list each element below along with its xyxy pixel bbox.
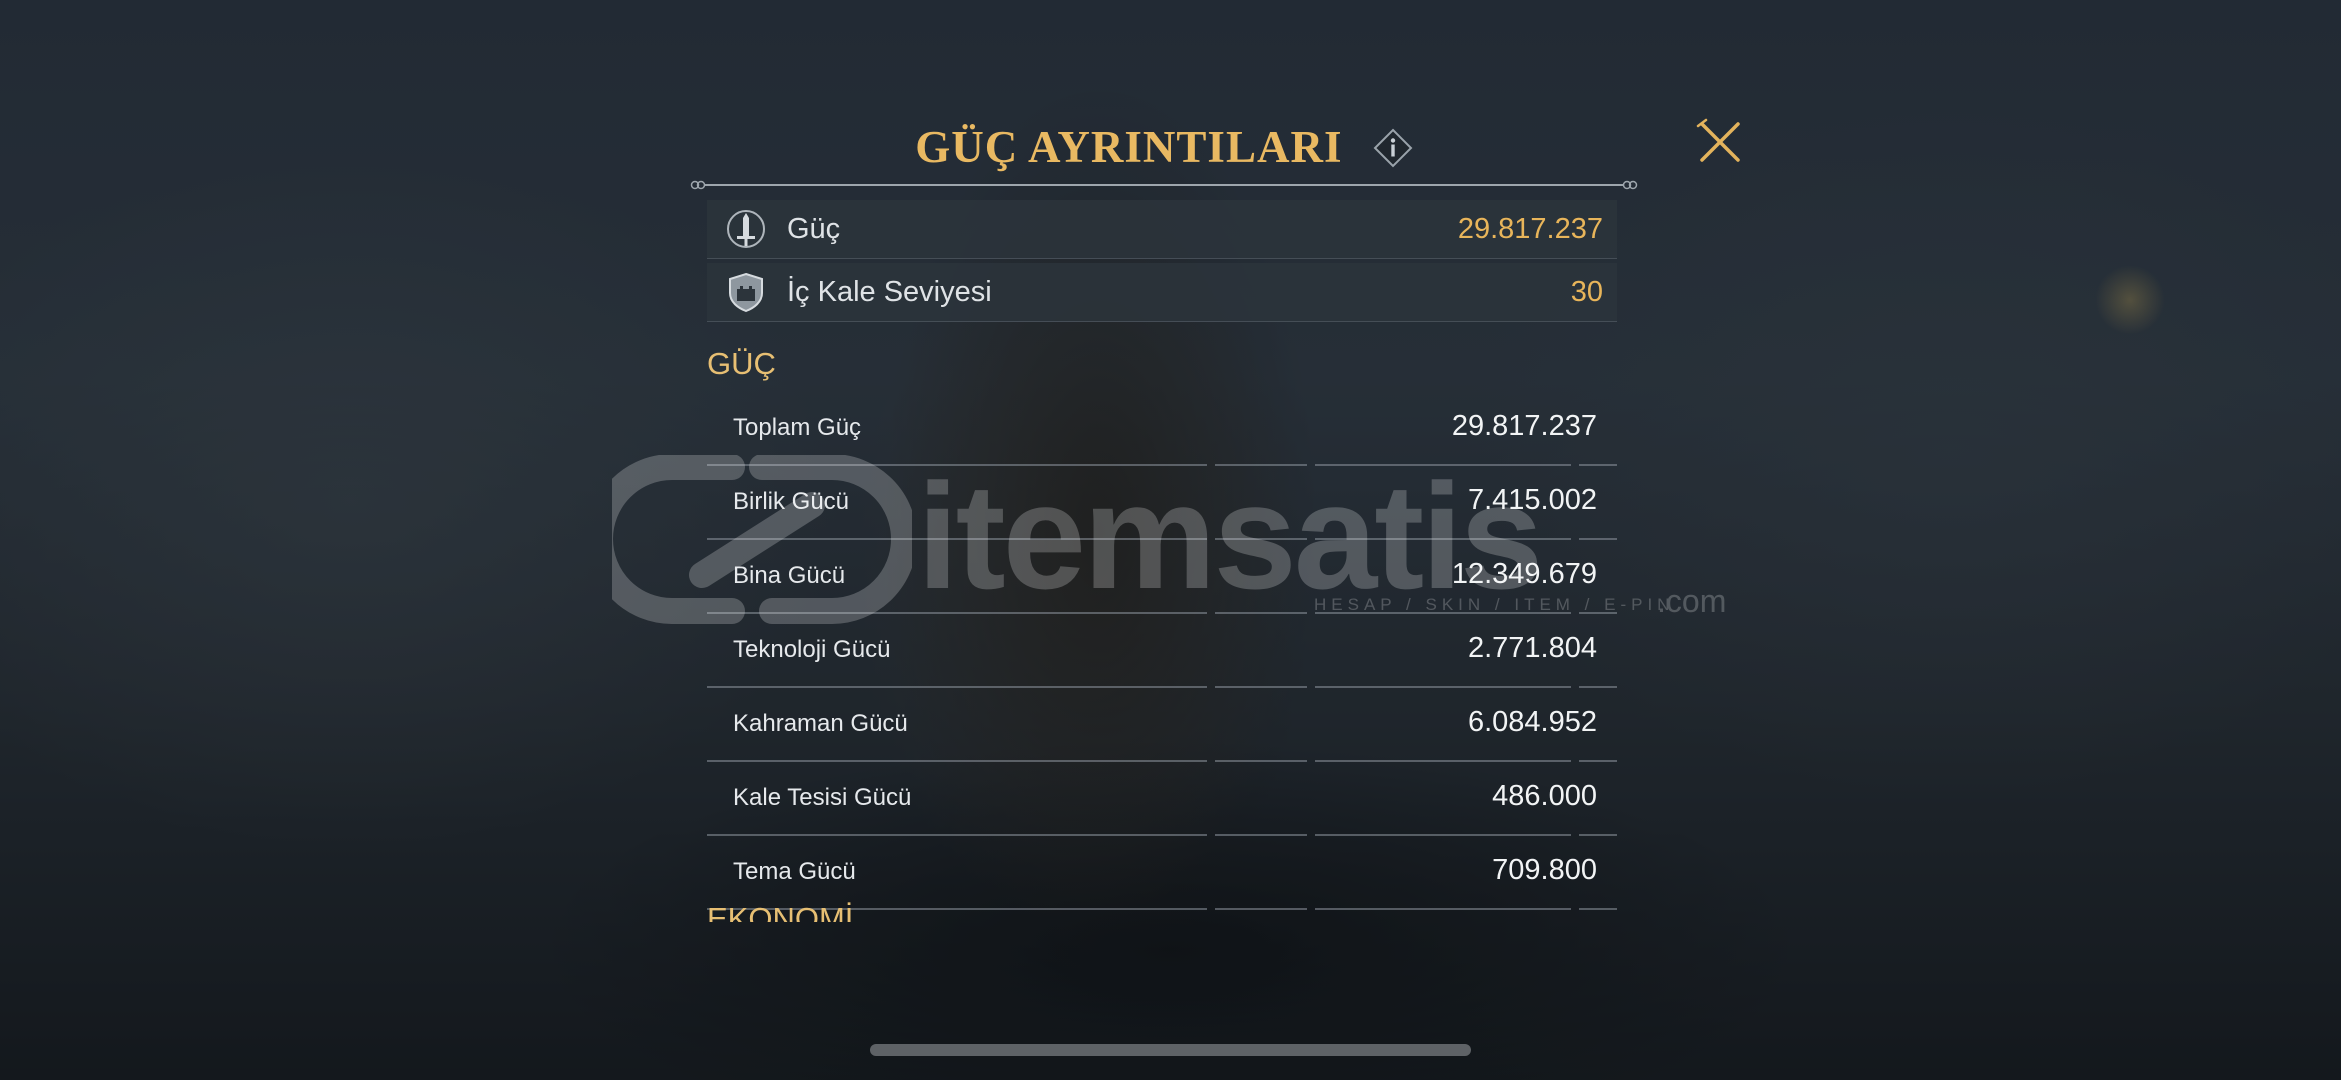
summary-value: 30 [1570,276,1603,308]
row-value: 486.000 [1492,780,1597,812]
row-label: Birlik Gücü [733,488,850,515]
summary-panel: Güç 29.817.237 İç Kale Seviyesi 30 [707,200,1617,326]
row-value: 29.817.237 [1451,410,1597,442]
summary-row-power: Güç 29.817.237 [707,200,1617,259]
dialog-title-text: GÜÇ AYRINTILARI [915,121,1343,172]
row-label: Kale Tesisi Gücü [733,784,912,811]
list-item-technology-power: Teknoloji Gücü 2.771.804 [707,614,1617,688]
list-item-hero-power: Kahraman Gücü 6.084.952 [707,688,1617,762]
list-item-building-power: Bina Gücü 12.349.679 [707,540,1617,614]
list-item-theme-power: Tema Gücü 709.800 [707,836,1617,910]
row-label: Bina Gücü [733,562,846,589]
summary-label: İç Kale Seviyesi [787,276,992,308]
summary-row-keep-level: İç Kale Seviyesi 30 [707,263,1617,322]
row-value: 12.349.679 [1451,558,1597,590]
castle-shield-icon [725,271,767,313]
dialog-header: GÜÇ AYRINTILARI [686,110,1642,190]
row-value: 709.800 [1492,854,1597,886]
row-value: 6.084.952 [1467,706,1597,738]
dialog-title: GÜÇ AYRINTILARI [686,116,1642,173]
list-item-castle-facility-power: Kale Tesisi Gücü 486.000 [707,762,1617,836]
close-icon[interactable] [1696,118,1744,166]
list-item-troop-power: Birlik Gücü 7.415.002 [707,466,1617,540]
list-item-total-power: Toplam Güç 29.817.237 [707,392,1617,466]
info-icon[interactable] [1373,127,1413,168]
row-value: 7.415.002 [1467,484,1597,516]
section-title-power: GÜÇ [707,346,776,381]
row-label: Tema Gücü [733,858,856,885]
title-divider [690,180,1638,190]
close-button[interactable] [1696,118,1744,166]
sword-icon [725,208,767,250]
row-label: Kahraman Gücü [733,710,908,737]
row-label: Teknoloji Gücü [733,636,891,663]
summary-label: Güç [787,213,841,245]
row-label: Toplam Güç [733,414,862,441]
home-indicator[interactable] [870,1044,1471,1056]
row-value: 2.771.804 [1467,632,1597,664]
section-title-economy: EKONOMİ [707,902,854,922]
summary-value: 29.817.237 [1457,213,1603,245]
power-breakdown-list: Toplam Güç 29.817.237 Birlik Gücü 7.415.… [707,392,1617,910]
